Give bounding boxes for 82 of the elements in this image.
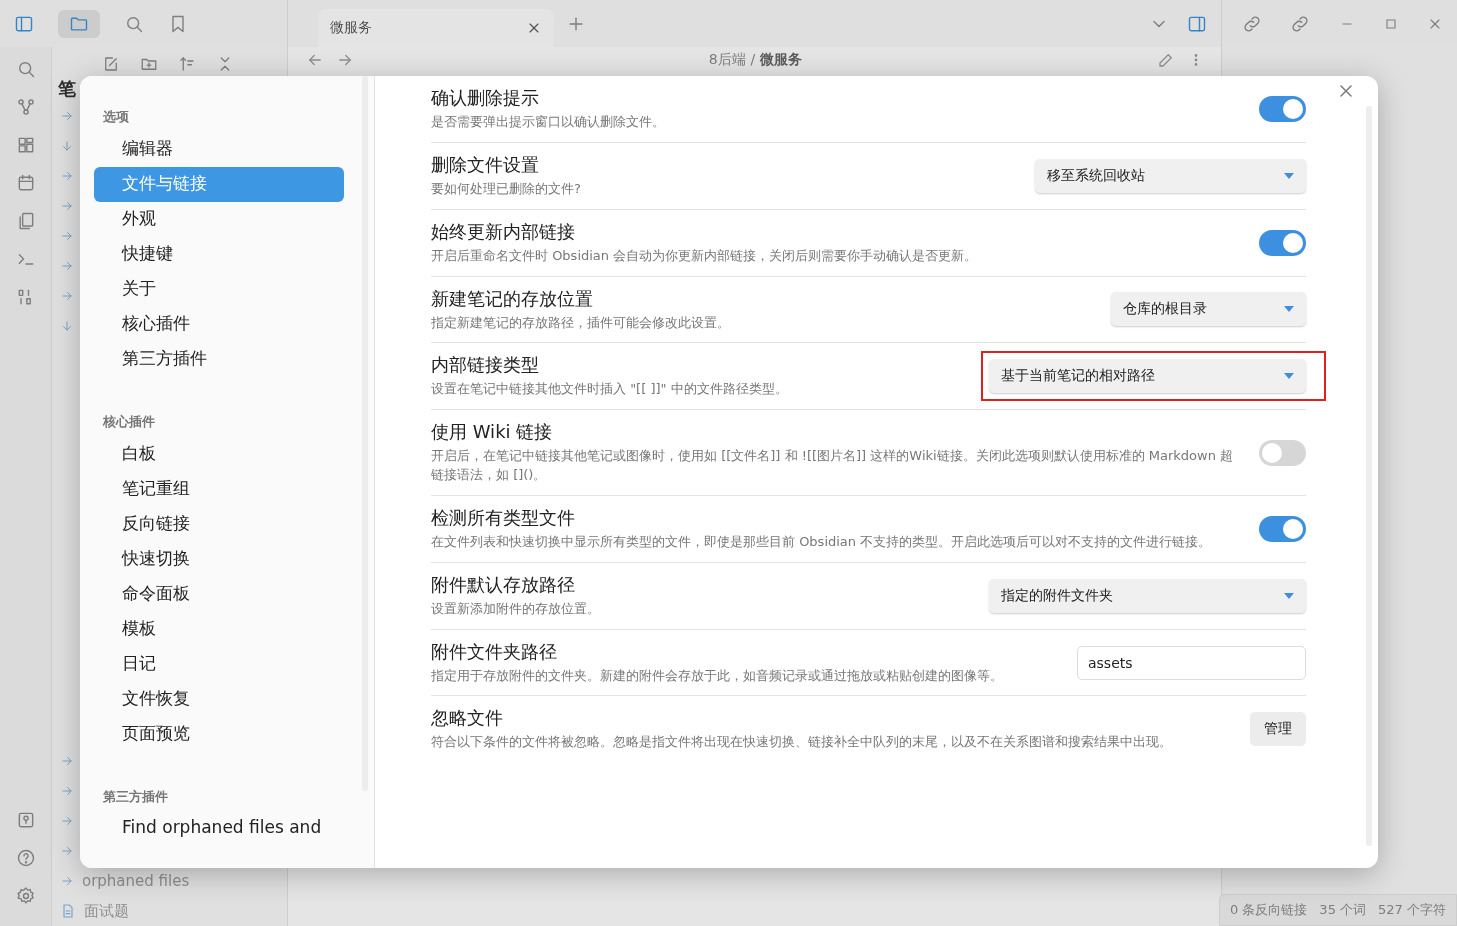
setting-name: 内部链接类型 bbox=[431, 353, 540, 378]
edit-icon[interactable] bbox=[1157, 51, 1175, 69]
right-arrow-icon[interactable] bbox=[60, 199, 74, 213]
caret-icon bbox=[1284, 172, 1294, 179]
setting-description: 要如何处理已删除的文件? bbox=[431, 179, 582, 198]
note-tab[interactable]: 微服务 bbox=[318, 9, 554, 47]
nav-heading: 核心插件 bbox=[102, 413, 156, 431]
setting-name: 附件默认存放路径 bbox=[431, 572, 576, 597]
dropdown[interactable]: 移至系统回收站 bbox=[1035, 158, 1306, 193]
setting-description: 是否需要弹出提示窗口以确认删除文件。 bbox=[431, 113, 666, 131]
setting-description: 设置新添加附件的存放位置。 bbox=[431, 599, 601, 618]
setting-description: 指定用于存放附件的文件夹。新建的附件会存放于此，如音频记录或通过拖放或粘贴创建的图像等。 bbox=[431, 666, 1004, 685]
status-text: 35 个词 bbox=[1319, 901, 1367, 919]
nav-item[interactable]: 笔记重组 bbox=[94, 472, 344, 507]
status-text: 527 个字符 bbox=[1378, 901, 1446, 919]
caret-icon bbox=[1284, 306, 1294, 313]
right-arrow-icon[interactable] bbox=[60, 109, 74, 123]
dropdown[interactable]: 基于当前笔记的相对路径 bbox=[989, 359, 1306, 394]
setting-name: 始终更新内部链接 bbox=[431, 219, 576, 244]
right-arrow-icon[interactable] bbox=[60, 814, 74, 828]
setting-description: 指定新建笔记的存放路径，插件可能会修改此设置。 bbox=[431, 313, 731, 332]
nav-item[interactable]: 页面预览 bbox=[94, 717, 344, 752]
setting-description: 符合以下条件的文件将被忽略。忽略是指文件将出现在快速切换、链接补全中队列的末尾，以及不在关系图谱和搜索结果中出现。 bbox=[431, 733, 1173, 752]
caret-icon bbox=[1284, 373, 1294, 380]
nav-item[interactable]: 核心插件 bbox=[94, 307, 344, 342]
nav-item[interactable]: 关于 bbox=[94, 272, 344, 307]
manage-button[interactable]: 管理 bbox=[1250, 712, 1306, 747]
breadcrumb-separator: / bbox=[750, 51, 756, 69]
setting-name: 使用 Wiki 链接 bbox=[431, 420, 554, 445]
toggle-switch[interactable] bbox=[1259, 439, 1306, 466]
right-arrow-icon[interactable] bbox=[60, 289, 74, 303]
link-icon[interactable] bbox=[1290, 13, 1311, 34]
down-arrow-icon[interactable] bbox=[60, 139, 74, 153]
setting-description: 开启后重命名文件时 Obsidian 会自动为你更新内部链接，关闭后则需要你手动确认是否更新。 bbox=[431, 246, 979, 265]
nav-heading: 选项 bbox=[102, 108, 130, 126]
setting-name: 附件文件夹路径 bbox=[431, 639, 558, 664]
setting-description: 开启后，在笔记中链接其他笔记或图像时，使用如 [[文件名]] 和 ![[图片名]] 这样的Wiki链接。关闭此选项则默认使用标准的 Markdown 超链接语法，如 []()。 bbox=[431, 447, 1235, 485]
nav-item[interactable]: 模板 bbox=[94, 612, 344, 647]
nav-item[interactable]: 外观 bbox=[94, 202, 344, 237]
sort-icon[interactable] bbox=[178, 55, 196, 73]
nav-item[interactable]: 快捷键 bbox=[94, 237, 344, 272]
setting-name: 删除文件设置 bbox=[431, 152, 540, 177]
toggle-switch[interactable] bbox=[1259, 515, 1306, 542]
nav-item[interactable]: 白板 bbox=[94, 437, 344, 472]
right-arrow-icon[interactable] bbox=[60, 844, 74, 858]
nav-item[interactable]: 反向链接 bbox=[94, 507, 344, 542]
vault-heading: 笔 bbox=[57, 77, 77, 101]
setting-name: 忽略文件 bbox=[431, 706, 504, 731]
new-note-icon[interactable] bbox=[102, 55, 120, 73]
help-icon[interactable] bbox=[15, 848, 36, 868]
right-arrow-icon[interactable] bbox=[60, 874, 74, 888]
setting-description: 设置在笔记中链接其他文件时插入 "[[ ]]" 中的文件路径类型。 bbox=[431, 380, 789, 399]
dropdown[interactable]: 仓库的根目录 bbox=[1111, 292, 1306, 327]
breadcrumb-note: 微服务 bbox=[760, 51, 803, 69]
right-arrow-icon[interactable] bbox=[60, 259, 74, 273]
dropdown[interactable]: 指定的附件文件夹 bbox=[989, 578, 1306, 613]
nav-heading: 第三方插件 bbox=[102, 788, 169, 806]
nav-item[interactable]: 文件恢复 bbox=[94, 682, 344, 717]
right-arrow-icon[interactable] bbox=[60, 754, 74, 768]
nav-item[interactable]: 编辑器 bbox=[94, 132, 344, 167]
right-arrow-icon[interactable] bbox=[60, 169, 74, 183]
nav-item[interactable]: Find orphaned files and bbox=[94, 812, 344, 847]
toggle-switch[interactable] bbox=[1259, 229, 1306, 256]
setting-name: 确认删除提示 bbox=[431, 86, 540, 110]
status-text: 0 条反向链接 bbox=[1229, 901, 1308, 919]
setting-name: 检测所有类型文件 bbox=[431, 505, 576, 530]
right-arrow-icon[interactable] bbox=[60, 784, 74, 798]
link-icon[interactable] bbox=[1242, 13, 1262, 34]
right-arrow-icon[interactable] bbox=[60, 229, 74, 243]
down-arrow-icon[interactable] bbox=[60, 319, 74, 333]
nav-item[interactable]: 快速切换 bbox=[94, 542, 344, 577]
caret-icon bbox=[1284, 592, 1294, 599]
nav-item[interactable]: 命令面板 bbox=[94, 577, 344, 612]
nav-item[interactable]: 第三方插件 bbox=[94, 342, 344, 377]
graph-icon[interactable] bbox=[15, 97, 36, 117]
setting-name: 新建笔记的存放位置 bbox=[431, 286, 594, 311]
toggle-switch[interactable] bbox=[1259, 95, 1306, 122]
nav-item[interactable]: 日记 bbox=[94, 647, 344, 682]
setting-description: 在文件列表和快速切换中显示所有类型的文件，即使是那些目前 Obsidian 不支持的类型。开启此选项后可以对不支持的文件进行链接。 bbox=[431, 532, 1213, 551]
text-field[interactable]: assets bbox=[1077, 645, 1306, 680]
settings-icon[interactable] bbox=[15, 886, 36, 906]
file-icon[interactable] bbox=[60, 903, 76, 919]
